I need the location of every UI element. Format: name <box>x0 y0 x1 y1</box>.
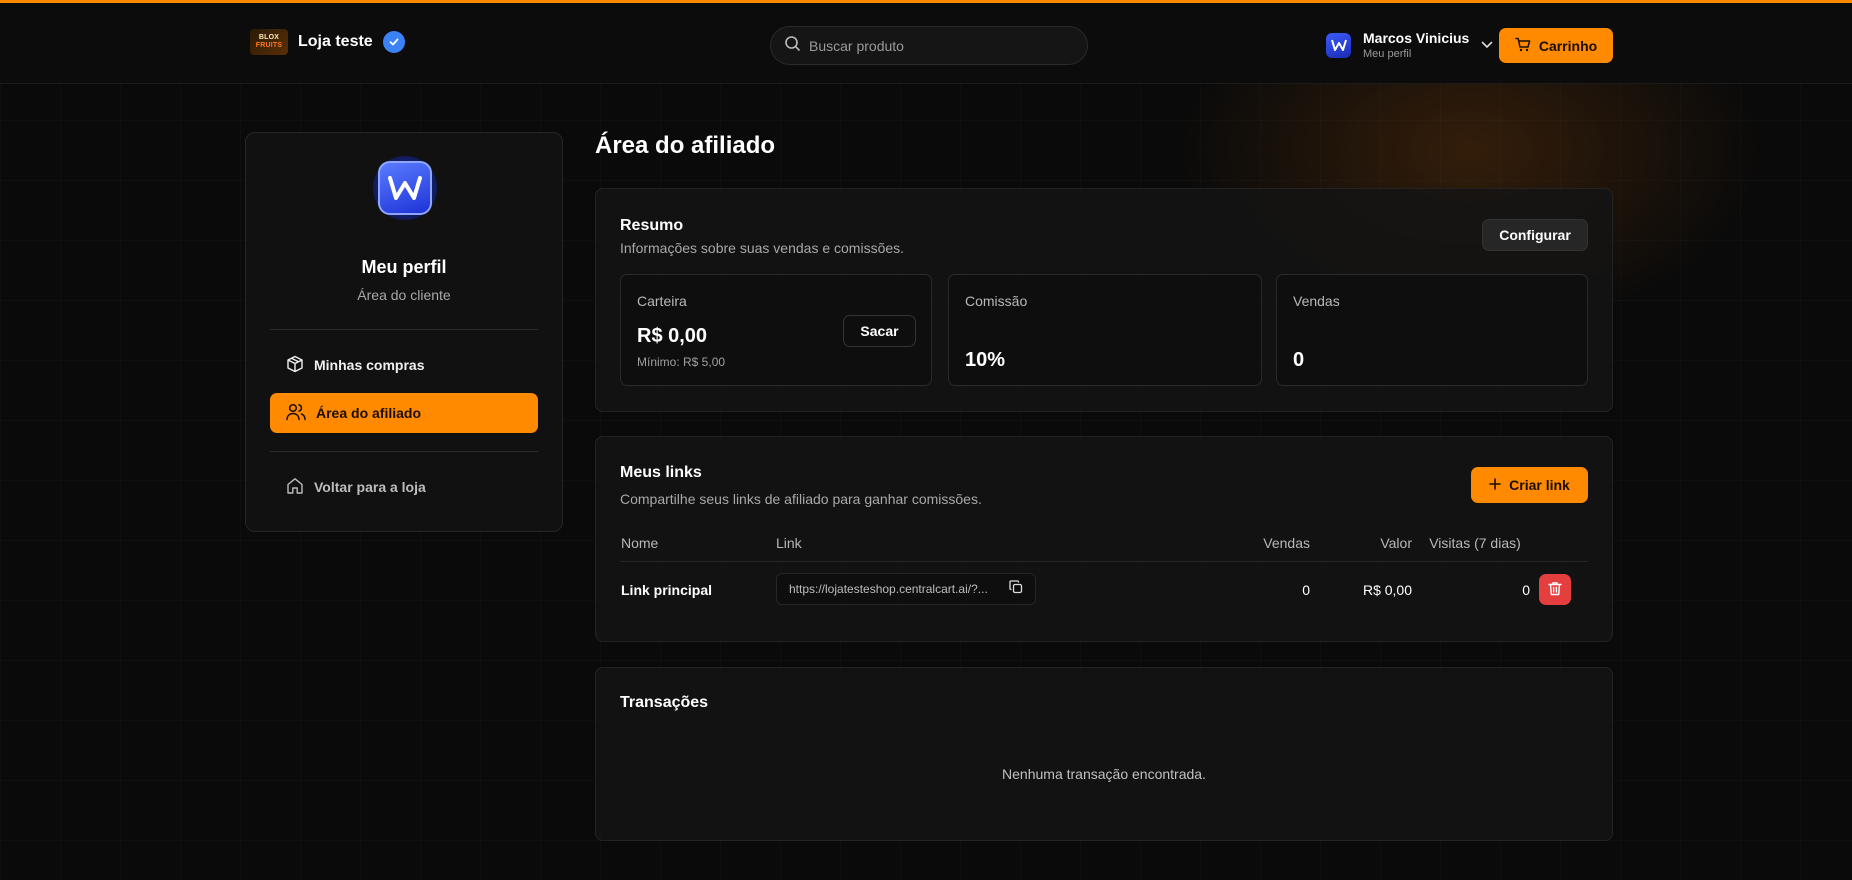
sidebar-item-label: Voltar para a loja <box>314 479 426 495</box>
column-header-sales: Vendas <box>1263 535 1310 551</box>
home-icon <box>286 477 304 498</box>
search-icon <box>784 35 801 57</box>
profile-title: Meu perfil <box>361 257 447 277</box>
store-name: Loja teste <box>298 33 373 50</box>
sales-card: Vendas 0 <box>1276 274 1588 386</box>
commission-card: Comissão 10% <box>948 274 1262 386</box>
link-name: Link principal <box>621 582 713 598</box>
top-bar: BLOX FRUITS Loja teste Marcos Vinicius M… <box>0 0 1852 84</box>
user-menu[interactable]: Marcos Vinicius Meu perfil <box>1326 30 1493 60</box>
summary-title: Resumo <box>620 217 684 234</box>
box-icon <box>286 355 304 376</box>
links-card: Meus links Compartilhe seus links de afi… <box>595 436 1613 642</box>
store-brand[interactable]: BLOX FRUITS Loja teste <box>250 29 405 55</box>
sidebar-item-area-do-afiliado[interactable]: Área do afiliado <box>270 393 538 433</box>
trash-icon <box>1548 581 1562 599</box>
link-url-box[interactable]: https://lojatesteshop.centralcart.ai/?..… <box>776 573 1036 605</box>
plus-icon <box>1489 477 1501 493</box>
column-header-visits: Visitas (7 dias) <box>1429 535 1521 551</box>
user-profile-label: Meu perfil <box>1363 48 1412 60</box>
create-link-label: Criar link <box>1509 477 1570 493</box>
transactions-title: Transações <box>620 694 709 711</box>
sidebar-item-voltar-para-a-loja[interactable]: Voltar para a loja <box>270 467 538 507</box>
search-input[interactable] <box>809 37 1059 54</box>
cart-icon <box>1515 37 1531 55</box>
sales-label: Vendas <box>1293 293 1340 309</box>
column-header-name: Nome <box>621 535 659 551</box>
wallet-label: Carteira <box>637 293 687 309</box>
sidebar-item-label: Área do afiliado <box>316 405 422 421</box>
delete-link-button[interactable] <box>1539 574 1571 605</box>
summary-subtitle: Informações sobre suas vendas e comissõe… <box>620 240 905 256</box>
sidebar-item-label: Minhas compras <box>314 357 425 373</box>
user-name: Marcos Vinicius <box>1363 30 1470 46</box>
link-value: R$ 0,00 <box>1362 582 1412 598</box>
store-logo: BLOX FRUITS <box>250 29 288 55</box>
links-title: Meus links <box>620 464 702 481</box>
configure-button[interactable]: Configurar <box>1482 219 1588 251</box>
create-link-button[interactable]: Criar link <box>1471 467 1588 503</box>
link-url: https://lojatesteshop.centralcart.ai/?..… <box>789 582 988 596</box>
transactions-card: Transações Nenhuma transação encontrada. <box>595 667 1613 841</box>
verified-icon <box>382 31 405 53</box>
wallet-value: R$ 0,00 <box>637 325 708 347</box>
divider <box>270 329 538 330</box>
page-title: Área do afiliado <box>595 132 776 159</box>
wallet-card: Carteira R$ 0,00 Mínimo: R$ 5,00 Sacar <box>620 274 932 386</box>
withdraw-button[interactable]: Sacar <box>843 315 916 347</box>
divider <box>270 451 538 452</box>
chevron-down-icon[interactable] <box>1481 36 1493 54</box>
user-avatar <box>1326 32 1351 58</box>
wallet-minimum: Mínimo: R$ 5,00 <box>637 355 726 369</box>
copy-icon[interactable] <box>1009 579 1023 599</box>
profile-subtitle: Área do cliente <box>357 287 451 303</box>
sidebar-item-minhas-compras[interactable]: Minhas compras <box>270 345 538 385</box>
links-subtitle: Compartilhe seus links de afiliado para … <box>620 491 982 507</box>
summary-card: Resumo Informações sobre suas vendas e c… <box>595 188 1613 412</box>
link-visits: 0 <box>1522 582 1530 598</box>
cart-button[interactable]: Carrinho <box>1499 28 1613 63</box>
transactions-empty-message: Nenhuma transação encontrada. <box>1002 766 1206 782</box>
commission-label: Comissão <box>965 293 1028 309</box>
divider <box>620 561 1588 562</box>
commission-value: 10% <box>965 349 1006 371</box>
cart-label: Carrinho <box>1538 37 1598 54</box>
column-header-link: Link <box>776 535 802 551</box>
link-sales: 0 <box>1302 582 1310 598</box>
sales-value: 0 <box>1293 349 1305 371</box>
search-bar[interactable] <box>770 26 1088 65</box>
profile-sidebar: Meu perfil Área do cliente Minhas compra… <box>245 132 563 532</box>
users-icon <box>286 403 306 424</box>
profile-avatar <box>373 156 437 220</box>
